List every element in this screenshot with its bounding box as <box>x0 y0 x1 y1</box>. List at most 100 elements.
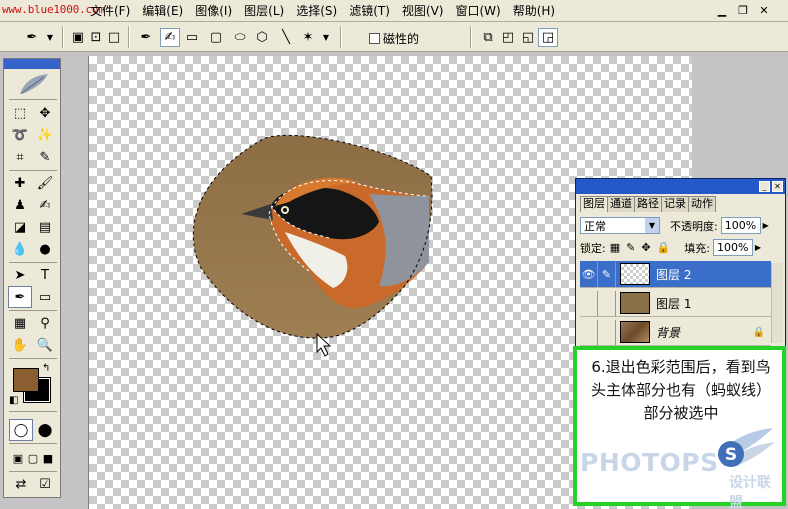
menu-file[interactable]: 文件(F) <box>84 3 136 19</box>
opacity-slider-arrow-icon[interactable]: ▶ <box>761 217 771 234</box>
blend-row: 正常 ▼ 不透明度: 100% ▶ <box>580 217 771 234</box>
blend-mode-select[interactable]: 正常 ▼ <box>580 217 660 234</box>
default-colors-icon[interactable]: ◧ <box>9 395 18 406</box>
layer-name: 图层 2 <box>656 267 692 282</box>
line-icon[interactable]: ╲ <box>276 28 296 47</box>
type-icon[interactable]: T <box>33 264 57 286</box>
menu-select[interactable]: 选择(S) <box>290 3 343 19</box>
tutorial-caption: 6.退出色彩范围后，看到鸟头主体部分也有（蚂蚁线）部分被选中 PHOTOPS S… <box>573 346 786 509</box>
lock-position-icon[interactable]: ✥ <box>641 241 650 254</box>
eraser-icon[interactable]: ◪ <box>8 216 32 238</box>
swap-colors-icon[interactable]: ↰ <box>42 363 50 374</box>
dodge-icon[interactable]: ● <box>33 238 57 260</box>
layer-row[interactable]: 👁 ✎ 图层 2 <box>580 261 771 288</box>
ellipse-icon[interactable]: ⬭ <box>230 28 250 47</box>
quick-mask-icon[interactable]: ⬤ <box>33 419 57 441</box>
menu-edit[interactable]: 编辑(E) <box>136 3 189 19</box>
layer-thumbnail <box>620 263 650 285</box>
path-selection-icon[interactable]: ➤ <box>8 264 32 286</box>
clone-stamp-icon[interactable]: ♟ <box>8 194 32 216</box>
pen-tool-preset-icon[interactable]: ✒ <box>22 28 42 47</box>
minimize-icon[interactable]: ▁ <box>714 3 730 17</box>
pen-tool-icon[interactable]: ✒ <box>8 286 32 308</box>
menu-image[interactable]: 图像(I) <box>189 3 238 19</box>
visibility-toggle[interactable] <box>580 290 598 316</box>
rectangle-icon[interactable]: ▭ <box>182 28 202 47</box>
hand-icon[interactable]: ✋ <box>8 334 32 356</box>
fill-pixels-icon[interactable]: □ <box>104 28 124 47</box>
standard-mode-icon[interactable]: ◯ <box>9 419 33 441</box>
eye-icon[interactable]: 👁 <box>580 261 598 287</box>
close-icon[interactable]: ✕ <box>756 3 772 17</box>
lock-pixels-icon[interactable]: ✎ <box>626 241 635 254</box>
lock-icon: 🔒 <box>752 326 765 338</box>
minimize-icon[interactable]: _ <box>759 181 770 192</box>
pen-icon[interactable]: ✒ <box>136 28 156 47</box>
exclude-path-icon[interactable]: ◲ <box>538 28 558 47</box>
chevron-down-icon[interactable]: ▼ <box>316 28 336 47</box>
shape-layers-icon[interactable]: ▣ <box>68 28 88 47</box>
layers-scrollbar[interactable] <box>771 263 783 343</box>
history-brush-icon[interactable]: ✍ <box>33 194 57 216</box>
tab-channels[interactable]: 通道 <box>607 196 635 212</box>
magnetic-checkbox[interactable]: 磁性的 <box>369 30 419 47</box>
edit-in-imageready-icon[interactable]: ☑ <box>33 473 57 495</box>
tab-layers[interactable]: 图层 <box>580 196 608 212</box>
menu-layer[interactable]: 图层(L) <box>238 3 290 19</box>
restore-icon[interactable]: ❐ <box>735 3 751 17</box>
lasso-icon[interactable]: ➰ <box>8 124 32 146</box>
jump-to-imageready-icon[interactable]: ⇄ <box>9 473 33 495</box>
crop-icon[interactable]: ⌗ <box>8 146 32 168</box>
eyedropper-icon[interactable]: ⚲ <box>33 312 57 334</box>
link-toggle[interactable] <box>598 290 616 316</box>
layer-row[interactable]: 背景 🔒 <box>580 319 771 346</box>
magic-wand-icon[interactable]: ✨ <box>33 124 57 146</box>
tab-actions[interactable]: 动作 <box>688 196 716 212</box>
freeform-pen-icon[interactable]: ✍ <box>160 28 180 47</box>
fill-slider-arrow-icon[interactable]: ▶ <box>753 239 763 256</box>
menu-help[interactable]: 帮助(H) <box>507 3 561 19</box>
zoom-icon[interactable]: 🔍 <box>33 334 57 356</box>
fill-input[interactable]: 100% <box>712 239 753 256</box>
foreground-color-swatch[interactable] <box>13 368 39 392</box>
opacity-input[interactable]: 100% <box>720 217 761 234</box>
feather-icon <box>20 74 48 94</box>
tab-history[interactable]: 记录 <box>661 196 689 212</box>
marquee-icon[interactable]: ⬚ <box>8 102 32 124</box>
move-icon[interactable]: ✥ <box>33 102 57 124</box>
chevron-down-icon[interactable]: ▼ <box>645 218 659 233</box>
paths-icon[interactable]: ⊡ <box>86 28 106 47</box>
tab-paths[interactable]: 路径 <box>634 196 662 212</box>
custom-shape-icon[interactable]: ✶ <box>298 28 318 47</box>
gradient-icon[interactable]: ▤ <box>33 216 57 238</box>
brush-icon[interactable]: 🖌 <box>33 172 57 194</box>
layers-palette: _ ✕ 图层 通道 路径 记录 动作 正常 ▼ 不透明度: 100% ▶ 锁定:… <box>575 178 786 348</box>
layer-thumbnail <box>620 321 650 343</box>
intersect-path-icon[interactable]: ◱ <box>518 28 538 47</box>
notes-icon[interactable]: ▦ <box>8 312 32 334</box>
link-toggle[interactable] <box>598 319 616 345</box>
layer-row[interactable]: 图层 1 <box>580 290 771 317</box>
magnetic-label: 磁性的 <box>383 32 420 46</box>
chevron-down-icon[interactable]: ▼ <box>40 28 60 47</box>
healing-brush-icon[interactable]: ✚ <box>8 172 32 194</box>
rectangle-tool-icon[interactable]: ▭ <box>33 286 57 308</box>
lock-all-icon[interactable]: 🔒 <box>657 241 671 254</box>
screen-mode-full-icon[interactable]: ■ <box>36 447 60 469</box>
lock-transparency-icon[interactable]: ▦ <box>610 241 620 254</box>
subtract-path-icon[interactable]: ◰ <box>498 28 518 47</box>
blur-icon[interactable]: 💧 <box>8 238 32 260</box>
menu-filter[interactable]: 滤镜(T) <box>343 3 396 19</box>
menu-window[interactable]: 窗口(W) <box>449 3 506 19</box>
close-icon[interactable]: ✕ <box>772 181 783 192</box>
slice-icon[interactable]: ✎ <box>33 146 57 168</box>
brush-icon[interactable]: ✎ <box>598 261 616 287</box>
lock-label: 锁定: <box>580 241 606 255</box>
menu-view[interactable]: 视图(V) <box>396 3 450 19</box>
visibility-toggle[interactable] <box>580 319 598 345</box>
add-to-path-icon[interactable]: ⧉ <box>478 28 498 47</box>
polygon-icon[interactable]: ⬡ <box>252 28 272 47</box>
checkbox-box[interactable] <box>369 33 380 44</box>
palette-tabs: 图层 通道 路径 记录 动作 <box>576 196 785 212</box>
rounded-rectangle-icon[interactable]: ▢ <box>206 28 226 47</box>
